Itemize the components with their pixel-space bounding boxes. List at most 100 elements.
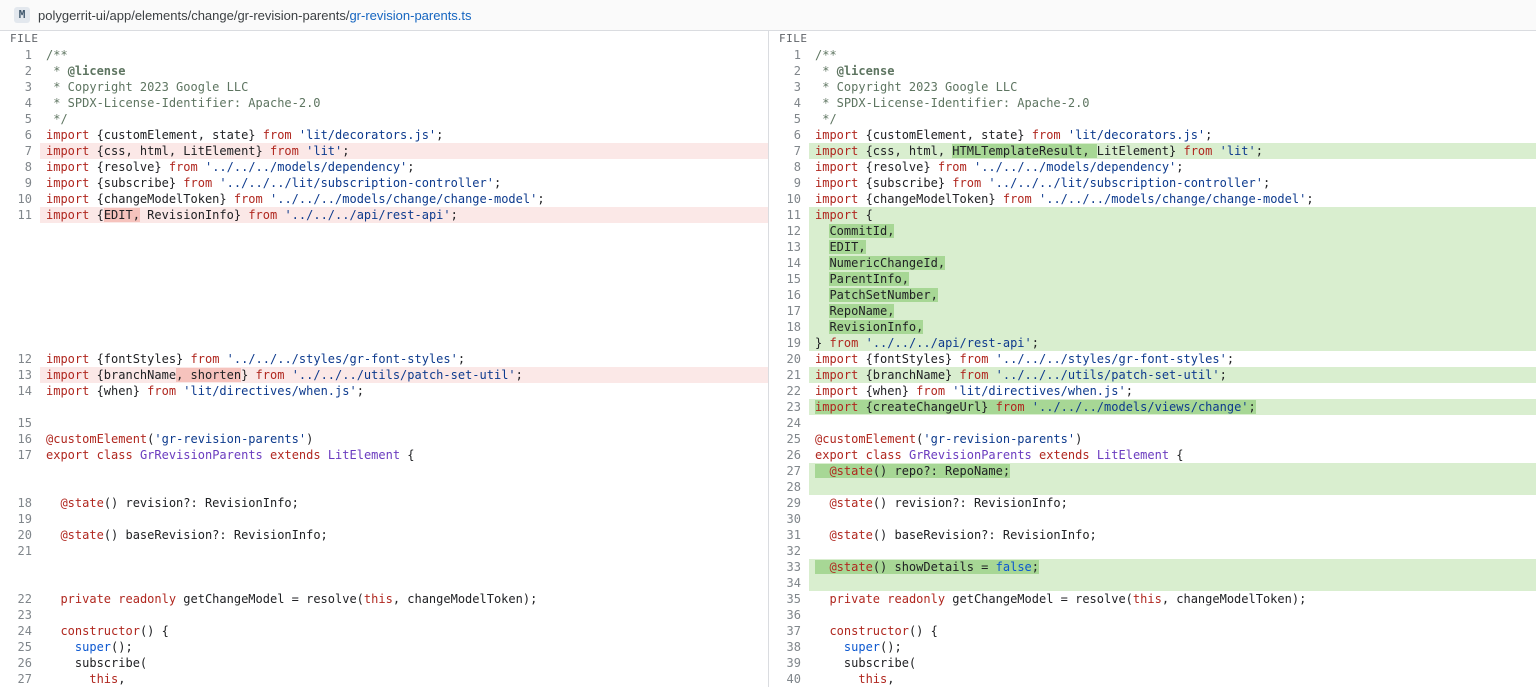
line-number[interactable]: 6: [0, 127, 40, 143]
line-number[interactable]: 1: [0, 47, 40, 63]
code-line[interactable]: this,: [809, 671, 1536, 687]
line-number[interactable]: 21: [769, 367, 809, 383]
code-line[interactable]: import {when} from 'lit/directives/when.…: [40, 383, 768, 399]
code-line[interactable]: import {: [809, 207, 1536, 223]
line-number[interactable]: 15: [0, 415, 40, 431]
line-number[interactable]: 11: [0, 207, 40, 223]
line-number[interactable]: 36: [769, 607, 809, 623]
code-line[interactable]: * @license: [40, 63, 768, 79]
line-number[interactable]: 35: [769, 591, 809, 607]
line-number[interactable]: 10: [769, 191, 809, 207]
code-line[interactable]: [829, 31, 1536, 47]
code-line[interactable]: [809, 575, 1536, 591]
line-number[interactable]: 33: [769, 559, 809, 575]
code-line[interactable]: import {subscribe} from '../../../lit/su…: [40, 175, 768, 191]
code-line[interactable]: @state() baseRevision?: RevisionInfo;: [40, 527, 768, 543]
line-number[interactable]: 14: [769, 255, 809, 271]
code-line[interactable]: @state() revision?: RevisionInfo;: [809, 495, 1536, 511]
line-number[interactable]: 8: [769, 159, 809, 175]
line-number[interactable]: 22: [769, 383, 809, 399]
code-line[interactable]: EDIT,: [809, 239, 1536, 255]
code-line[interactable]: [60, 31, 768, 47]
line-number[interactable]: 23: [0, 607, 40, 623]
line-number[interactable]: 13: [0, 367, 40, 383]
code-line[interactable]: import {css, html, HTMLTemplateResult, L…: [809, 143, 1536, 159]
line-number[interactable]: 26: [0, 655, 40, 671]
code-line[interactable]: import {when} from 'lit/directives/when.…: [809, 383, 1536, 399]
line-number[interactable]: 20: [769, 351, 809, 367]
line-number[interactable]: 40: [769, 671, 809, 687]
code-line[interactable]: * SPDX-License-Identifier: Apache-2.0: [40, 95, 768, 111]
file-level-label[interactable]: FILE: [0, 31, 60, 47]
line-number[interactable]: 16: [769, 287, 809, 303]
code-line[interactable]: /**: [809, 47, 1536, 63]
line-number[interactable]: 3: [769, 79, 809, 95]
code-line[interactable]: import {customElement, state} from 'lit/…: [809, 127, 1536, 143]
code-line[interactable]: [809, 479, 1536, 495]
code-line[interactable]: @state() repo?: RepoName;: [809, 463, 1536, 479]
line-number[interactable]: 13: [769, 239, 809, 255]
line-number[interactable]: 8: [0, 159, 40, 175]
line-number[interactable]: 24: [769, 415, 809, 431]
line-number[interactable]: 34: [769, 575, 809, 591]
code-line[interactable]: [809, 607, 1536, 623]
code-line[interactable]: [809, 511, 1536, 527]
line-number[interactable]: 39: [769, 655, 809, 671]
code-line[interactable]: [40, 511, 768, 527]
line-number[interactable]: 28: [769, 479, 809, 495]
code-line[interactable]: import {createChangeUrl} from '../../../…: [809, 399, 1536, 415]
line-number[interactable]: 5: [769, 111, 809, 127]
line-number[interactable]: 6: [769, 127, 809, 143]
line-number[interactable]: 7: [769, 143, 809, 159]
line-number[interactable]: 27: [769, 463, 809, 479]
line-number[interactable]: 9: [0, 175, 40, 191]
line-number[interactable]: 27: [0, 671, 40, 687]
line-number[interactable]: 38: [769, 639, 809, 655]
line-number[interactable]: 37: [769, 623, 809, 639]
code-line[interactable]: export class GrRevisionParents extends L…: [40, 447, 768, 463]
code-line[interactable]: /**: [40, 47, 768, 63]
file-level-label[interactable]: FILE: [769, 31, 829, 47]
code-line[interactable]: subscribe(: [40, 655, 768, 671]
line-number[interactable]: 26: [769, 447, 809, 463]
line-number[interactable]: 21: [0, 543, 40, 559]
code-line[interactable]: * Copyright 2023 Google LLC: [809, 79, 1536, 95]
code-line[interactable]: export class GrRevisionParents extends L…: [809, 447, 1536, 463]
line-number[interactable]: 3: [0, 79, 40, 95]
code-line[interactable]: import {EDIT, RevisionInfo} from '../../…: [40, 207, 768, 223]
code-line[interactable]: RevisionInfo,: [809, 319, 1536, 335]
code-line[interactable]: import {fontStyles} from '../../../style…: [809, 351, 1536, 367]
code-line[interactable]: @state() revision?: RevisionInfo;: [40, 495, 768, 511]
line-number[interactable]: 25: [769, 431, 809, 447]
line-number[interactable]: 14: [0, 383, 40, 399]
code-line[interactable]: import {fontStyles} from '../../../style…: [40, 351, 768, 367]
line-number[interactable]: 4: [769, 95, 809, 111]
code-line[interactable]: * SPDX-License-Identifier: Apache-2.0: [809, 95, 1536, 111]
file-name-link[interactable]: gr-revision-parents.ts: [349, 8, 471, 23]
line-number[interactable]: 29: [769, 495, 809, 511]
code-line[interactable]: [40, 415, 768, 431]
code-line[interactable]: import {subscribe} from '../../../lit/su…: [809, 175, 1536, 191]
code-line[interactable]: @customElement('gr-revision-parents'): [40, 431, 768, 447]
code-line[interactable]: CommitId,: [809, 223, 1536, 239]
line-number[interactable]: 17: [0, 447, 40, 463]
code-line[interactable]: RepoName,: [809, 303, 1536, 319]
code-line[interactable]: import {resolve} from '../../../models/d…: [40, 159, 768, 175]
code-line[interactable]: constructor() {: [809, 623, 1536, 639]
line-number[interactable]: 12: [769, 223, 809, 239]
line-number[interactable]: 31: [769, 527, 809, 543]
code-line[interactable]: [809, 415, 1536, 431]
code-line[interactable]: [809, 543, 1536, 559]
line-number[interactable]: 9: [769, 175, 809, 191]
line-number[interactable]: 12: [0, 351, 40, 367]
code-line[interactable]: constructor() {: [40, 623, 768, 639]
line-number[interactable]: 22: [0, 591, 40, 607]
line-number[interactable]: 18: [0, 495, 40, 511]
line-number[interactable]: 15: [769, 271, 809, 287]
code-line[interactable]: private readonly getChangeModel = resolv…: [40, 591, 768, 607]
line-number[interactable]: 30: [769, 511, 809, 527]
line-number[interactable]: 17: [769, 303, 809, 319]
code-line[interactable]: super();: [809, 639, 1536, 655]
code-line[interactable]: private readonly getChangeModel = resolv…: [809, 591, 1536, 607]
line-number[interactable]: 2: [769, 63, 809, 79]
